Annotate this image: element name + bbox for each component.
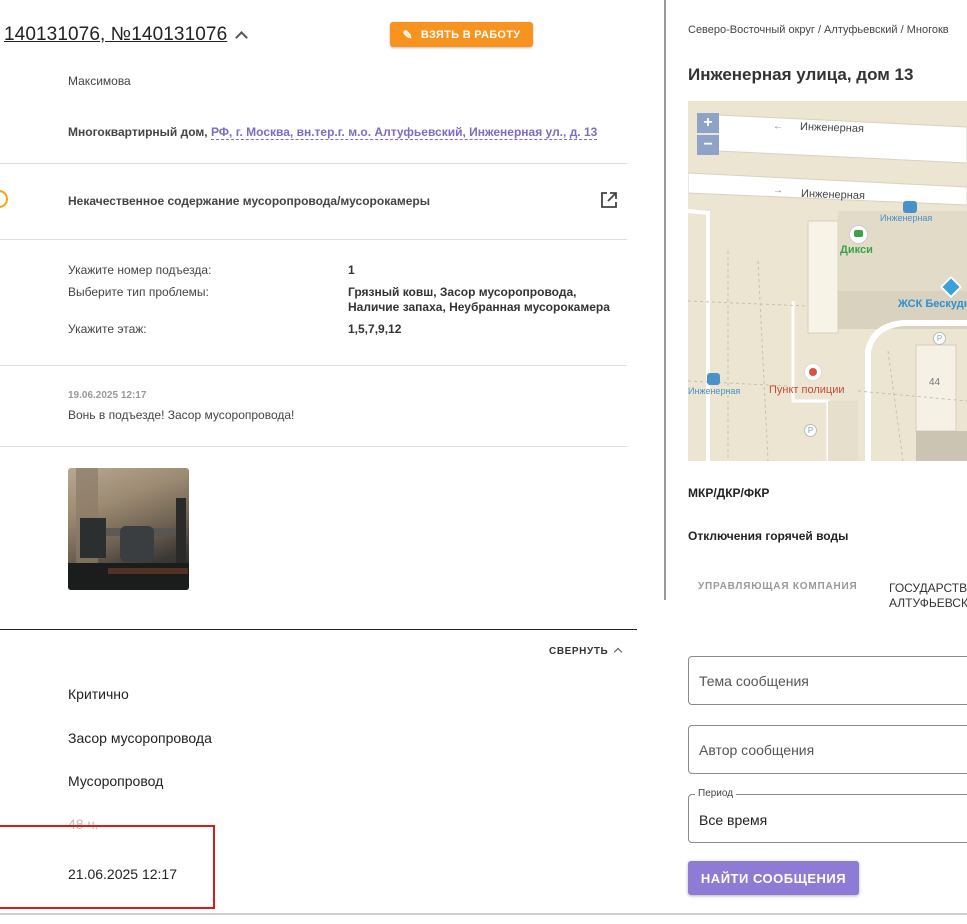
shop-icon — [849, 225, 868, 244]
ticket-title-text[interactable]: 140131076, №140131076 — [4, 24, 227, 45]
pencil-icon: ✎ — [402, 27, 413, 42]
hoa-label: ЖСК Бескудн — [898, 298, 967, 310]
period-value: Все время — [699, 812, 768, 828]
ticket-title[interactable]: 140131076, №140131076 — [4, 24, 249, 46]
take-to-work-button[interactable]: ✎ ВЗЯТЬ В РАБОТУ — [390, 22, 533, 47]
object-value: Мусоропровод — [68, 773, 164, 789]
author-input[interactable]: Автор сообщения — [688, 725, 967, 774]
highlight-box — [0, 825, 215, 909]
building-info: Многоквартирный дом, РФ, г. Москва, вн.т… — [68, 125, 598, 140]
subject-placeholder: Тема сообщения — [699, 673, 809, 689]
management-company-label: УПРАВЛЯЮЩАЯ КОМПАНИЯ — [698, 581, 858, 592]
author-placeholder: Автор сообщения — [699, 742, 815, 758]
period-select[interactable]: Период Все время — [688, 788, 967, 843]
shop-label: Дикси — [840, 244, 873, 256]
bus-stop-label: Инженерная — [880, 213, 933, 223]
mkr-section-label: МКР/ДКР/ФКР — [688, 486, 770, 500]
divider — [0, 163, 627, 164]
ticket-panel: 140131076, №140131076 ✎ ВЗЯТЬ В РАБОТУ М… — [0, 0, 664, 924]
take-to-work-label: ВЗЯТЬ В РАБОТУ — [420, 28, 521, 41]
status-ring-icon — [0, 190, 8, 208]
divider — [0, 239, 627, 240]
house-number: 44 — [929, 377, 941, 388]
applicant-name: Максимова — [68, 74, 131, 88]
collapse-label: СВЕРНУТЬ — [549, 646, 609, 657]
priority-value: Критично — [68, 686, 129, 702]
section-divider — [0, 629, 637, 630]
bus-stop-icon — [707, 373, 720, 385]
breadcrumb[interactable]: Северо-Восточный округ / Алтуфьевский / … — [688, 24, 949, 36]
problem-value: Засор мусоропровода — [68, 730, 212, 746]
find-messages-button[interactable]: НАЙТИ СООБЩЕНИЯ — [688, 861, 859, 895]
building-type: Многоквартирный дом, — [68, 125, 208, 139]
detail-value: 1,5,7,9,12 — [348, 322, 402, 336]
divider — [0, 365, 627, 366]
external-link-icon[interactable] — [601, 192, 617, 208]
comment-text: Вонь в подъезде! Засор мусоропровода! — [68, 408, 295, 422]
street-label: Инженерная — [800, 187, 866, 203]
zoom-in-button[interactable]: + — [697, 113, 719, 133]
map[interactable]: Инженерная ← Инженерная → Инженерная Дик… — [688, 101, 967, 461]
detail-label: Укажите этаж: — [68, 322, 147, 336]
parking-icon: P — [804, 424, 817, 437]
street-label: Инженерная — [799, 120, 865, 136]
police-icon — [804, 363, 822, 381]
comment-timestamp: 19.06.2025 12:17 — [68, 390, 147, 401]
chevron-up-icon — [614, 647, 623, 657]
detail-label: Укажите номер подъезда: — [68, 263, 212, 277]
zoom-out-button[interactable]: − — [697, 135, 719, 155]
collapse-button[interactable]: СВЕРНУТЬ — [549, 646, 623, 657]
attached-photo[interactable] — [68, 468, 189, 590]
bus-stop-label: Инженерная — [688, 386, 741, 396]
bus-stop-icon — [903, 201, 917, 213]
page-title: Инженерная улица, дом 13 — [688, 65, 914, 84]
hot-water-section-label: Отключения горячей воды — [688, 529, 849, 543]
bottom-border — [0, 913, 967, 915]
subject-input[interactable]: Тема сообщения — [688, 656, 967, 705]
parking-icon: P — [933, 332, 946, 345]
police-label: Пункт полиции — [769, 384, 845, 396]
detail-label: Выберите тип проблемы: — [68, 285, 209, 299]
management-company-value: ГОСУДАРСТВ АЛТУФЬЕВСК — [889, 581, 967, 610]
detail-value: 1 — [348, 263, 355, 277]
map-canvas — [688, 101, 967, 461]
period-label: Период — [695, 788, 737, 799]
chevron-up-icon[interactable] — [235, 31, 249, 44]
arrow-left-icon: ← — [773, 121, 783, 132]
divider — [0, 446, 627, 447]
category-title: Некачественное содержание мусоропровода/… — [68, 194, 430, 208]
building-address-link[interactable]: РФ, г. Москва, вн.тер.г. м.о. Алтуфьевск… — [210, 125, 598, 140]
pane-divider — [664, 0, 666, 600]
photo-image — [68, 468, 189, 590]
arrow-right-icon: → — [773, 185, 783, 196]
detail-value: Грязный ковш, Засор мусоропровода, Налич… — [348, 285, 610, 314]
